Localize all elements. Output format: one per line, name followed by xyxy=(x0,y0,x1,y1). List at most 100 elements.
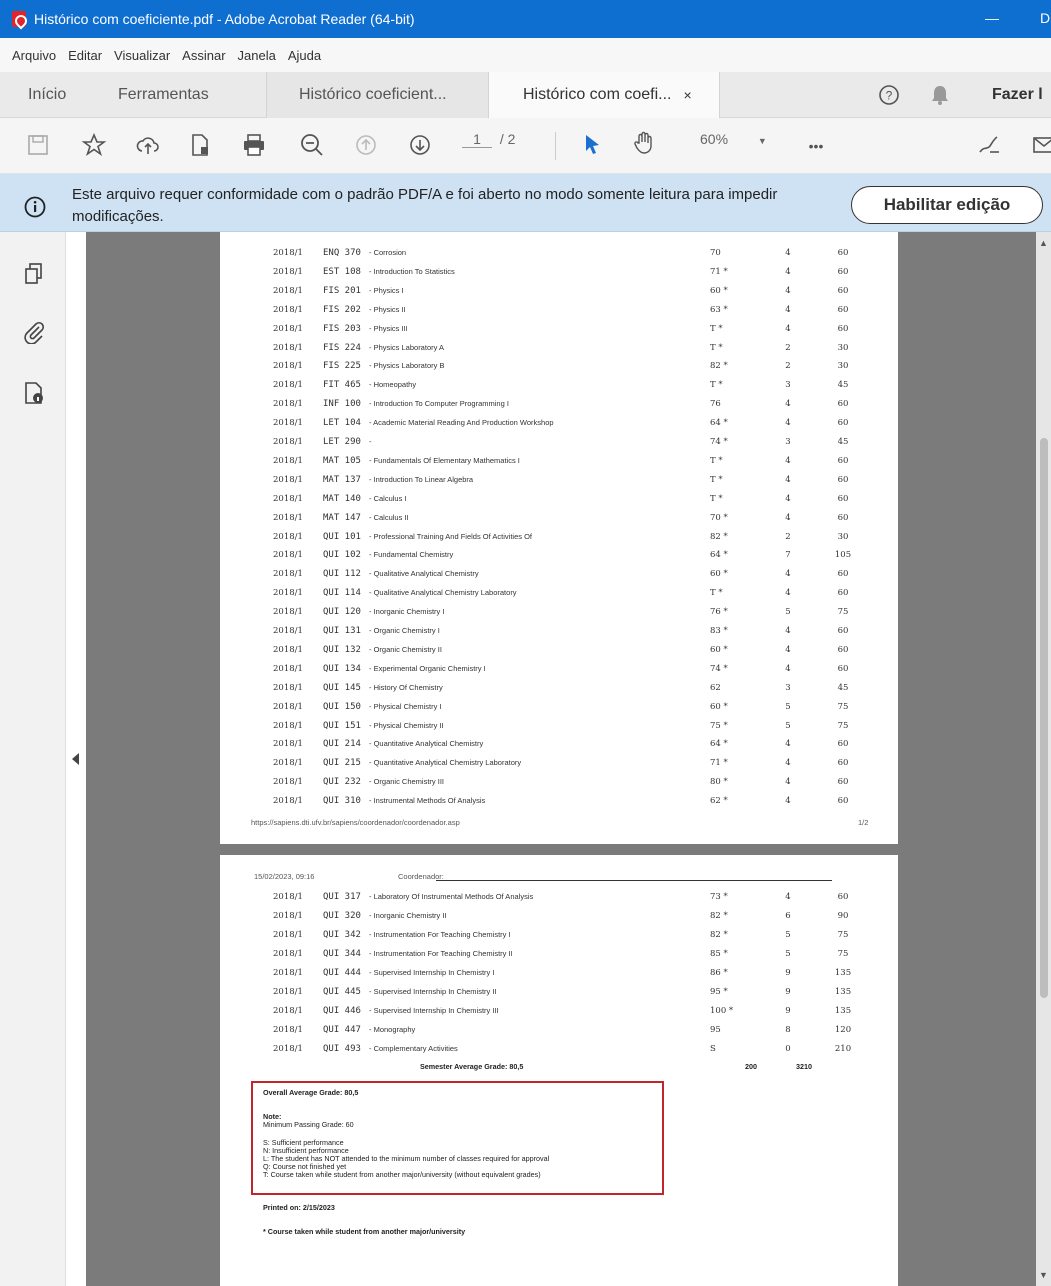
course-grade: 95 xyxy=(710,1025,721,1035)
course-hours: 60 xyxy=(837,323,849,334)
more-options-icon[interactable]: ••• xyxy=(802,132,830,160)
course-grade: 60 * xyxy=(710,701,728,712)
course-code: LET 290 xyxy=(323,437,361,447)
course-term: 2018/1 xyxy=(273,777,303,788)
course-term: 2018/1 xyxy=(273,342,303,353)
save-icon[interactable] xyxy=(24,132,52,160)
close-tab-icon[interactable]: × xyxy=(683,87,691,103)
course-term: 2018/1 xyxy=(273,968,303,978)
menu-assinar[interactable]: Assinar xyxy=(182,48,225,63)
sign-in-link[interactable]: Fazer l xyxy=(992,72,1043,118)
menu-janela[interactable]: Janela xyxy=(238,48,276,63)
course-grade: 62 * xyxy=(710,796,728,807)
course-term: 2018/1 xyxy=(273,455,303,466)
course-hours: 60 xyxy=(837,493,849,504)
course-grade: 85 * xyxy=(710,949,728,959)
pages-icon[interactable] xyxy=(22,262,46,286)
menu-arquivo[interactable]: Arquivo xyxy=(12,48,56,63)
course-name: - Qualitative Analytical Chemistry xyxy=(369,569,479,579)
course-code: EST 108 xyxy=(323,266,361,277)
scrollbar-thumb[interactable] xyxy=(1040,438,1048,998)
course-hours: 75 xyxy=(837,607,849,618)
course-name: - Qualitative Analytical Chemistry Labor… xyxy=(369,588,517,598)
attachment-icon[interactable] xyxy=(22,320,46,344)
sign-pen-icon[interactable] xyxy=(975,132,1003,160)
course-grade: T * xyxy=(710,380,723,391)
select-cursor-icon[interactable] xyxy=(578,132,606,160)
course-name: - Physics I xyxy=(369,285,404,295)
course-hours: 105 xyxy=(834,550,852,561)
course-code: QUI 101 xyxy=(323,531,361,542)
course-code: QUI 151 xyxy=(323,720,361,731)
course-name: - Organic Chemistry I xyxy=(369,626,440,635)
course-name: - Introduction To Linear Algebra xyxy=(369,474,474,484)
course-credits: 4 xyxy=(785,455,791,466)
course-credits: 9 xyxy=(785,987,791,997)
course-term: 2018/1 xyxy=(273,588,303,599)
course-term: 2018/1 xyxy=(273,1044,303,1054)
hand-tool-icon[interactable] xyxy=(630,130,658,158)
page-up-icon[interactable] xyxy=(352,132,380,160)
page-number-input[interactable]: 1 xyxy=(462,131,492,148)
scroll-down-icon[interactable]: ▼ xyxy=(1039,1270,1048,1280)
course-name: - Quantitative Analytical Chemistry xyxy=(369,739,484,749)
tab-home[interactable]: Início xyxy=(28,72,66,118)
minimize-button[interactable]: — xyxy=(985,10,999,26)
course-name: - Organic Chemistry III xyxy=(369,777,445,787)
course-code: ENQ 370 xyxy=(323,248,361,258)
course-credits: 4 xyxy=(785,739,791,750)
course-credits: 6 xyxy=(785,911,791,921)
course-credits: 4 xyxy=(785,644,791,655)
course-term: 2018/1 xyxy=(273,930,303,940)
print-icon[interactable] xyxy=(240,132,268,160)
bell-icon[interactable] xyxy=(930,72,950,118)
course-grade: 75 * xyxy=(710,720,728,731)
tab-tools[interactable]: Ferramentas xyxy=(118,72,209,118)
course-credits: 3 xyxy=(785,437,791,447)
tab-document-1[interactable]: Histórico coeficient... xyxy=(266,72,488,118)
page-down-icon[interactable] xyxy=(406,132,434,160)
document-search-icon[interactable] xyxy=(186,132,214,160)
info-message: Este arquivo requer conformidade com o p… xyxy=(72,186,778,225)
mail-icon[interactable] xyxy=(1030,132,1051,160)
course-code: QUI 134 xyxy=(323,663,361,674)
course-hours: 60 xyxy=(837,474,849,485)
print-date: 15/02/2023, 09:16 xyxy=(254,872,315,881)
course-term: 2018/1 xyxy=(273,512,303,523)
menu-ajuda[interactable]: Ajuda xyxy=(288,48,321,63)
course-hours: 60 xyxy=(837,626,849,636)
title-bar: Histórico com coeficiente.pdf - Adobe Ac… xyxy=(0,0,1051,38)
course-term: 2018/1 xyxy=(273,1006,303,1016)
course-name: - Professional Training And Fields Of Ac… xyxy=(369,531,532,541)
course-credits: 4 xyxy=(785,777,791,788)
menu-editar[interactable]: Editar xyxy=(68,48,102,63)
course-credits: 4 xyxy=(785,512,791,523)
course-name: - Fundamental Chemistry xyxy=(369,550,454,560)
zoom-out-icon[interactable] xyxy=(298,132,326,160)
course-hours: 60 xyxy=(837,739,849,750)
course-grade: 70 * xyxy=(710,512,728,523)
course-code: QUI 132 xyxy=(323,644,361,655)
page-indicator[interactable]: 1 / 2 xyxy=(462,131,515,148)
scroll-up-icon[interactable]: ▲ xyxy=(1039,238,1048,248)
course-term: 2018/1 xyxy=(273,720,303,731)
star-icon[interactable] xyxy=(80,132,108,160)
collapse-panel-icon[interactable] xyxy=(70,752,80,766)
toolbar-divider xyxy=(555,132,556,160)
zoom-select[interactable]: 60% ▼ xyxy=(700,131,767,147)
course-grade: 82 * xyxy=(710,361,728,372)
course-grade: 70 xyxy=(710,248,721,258)
course-term: 2018/1 xyxy=(273,550,303,561)
help-icon[interactable]: ? xyxy=(878,72,900,118)
maximize-button[interactable]: D xyxy=(1040,10,1050,26)
course-hours: 60 xyxy=(837,285,849,296)
upload-cloud-icon[interactable] xyxy=(134,132,162,160)
course-credits: 8 xyxy=(785,1025,791,1035)
course-term: 2018/1 xyxy=(273,892,303,902)
tab-document-2[interactable]: Histórico com coefi... × xyxy=(488,72,720,118)
menu-visualizar[interactable]: Visualizar xyxy=(114,48,170,63)
course-hours: 135 xyxy=(834,987,852,997)
security-document-icon[interactable] xyxy=(22,380,46,406)
course-name: - Laboratory Of Instrumental Methods Of … xyxy=(369,892,534,901)
enable-editing-button[interactable]: Habilitar edição xyxy=(851,186,1043,224)
